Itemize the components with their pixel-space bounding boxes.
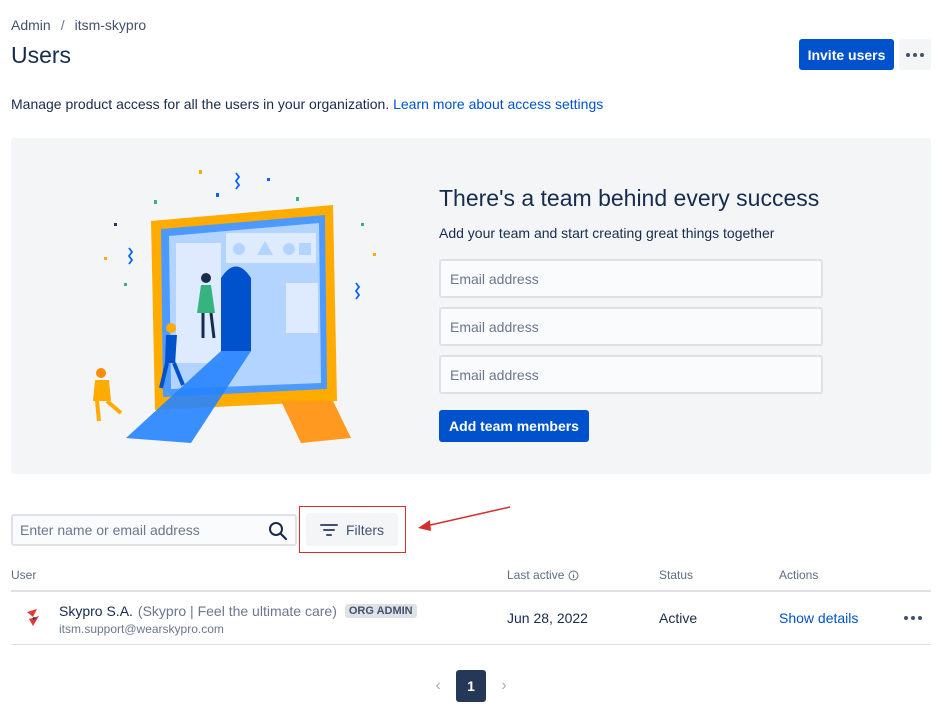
- more-actions-button[interactable]: [899, 39, 931, 70]
- user-email: itsm.support@wearskypro.com: [59, 622, 224, 636]
- column-header-status: Status: [659, 568, 693, 582]
- more-icon-dot: [913, 52, 917, 57]
- search-box: [11, 514, 297, 546]
- more-icon: [906, 52, 910, 57]
- more-icon-dot: [920, 52, 924, 57]
- page-description: Manage product access for all the users …: [11, 96, 603, 112]
- email-field-1[interactable]: [439, 259, 823, 298]
- show-details-link[interactable]: Show details: [779, 610, 858, 626]
- breadcrumb-site[interactable]: itsm-skypro: [75, 17, 147, 33]
- description-text: Manage product access for all the users …: [11, 96, 390, 112]
- chevron-right-icon[interactable]: ›: [496, 677, 512, 694]
- column-header-last-active: Last active: [507, 568, 579, 582]
- column-label: User: [11, 568, 37, 582]
- table-header-divider: [11, 590, 931, 592]
- more-icon-dot: [911, 616, 915, 620]
- invite-users-button[interactable]: Invite users: [799, 39, 894, 70]
- pagination: ‹ 1 ›: [430, 670, 512, 702]
- info-icon[interactable]: [568, 570, 579, 581]
- last-active-value: Jun 28, 2022: [507, 610, 588, 626]
- user-name: Skypro S.A.: [59, 603, 133, 619]
- email-field-2[interactable]: [439, 307, 823, 346]
- filter-icon: [319, 523, 338, 536]
- page-button-current[interactable]: 1: [456, 670, 486, 702]
- learn-more-link[interactable]: Learn more about access settings: [393, 96, 603, 112]
- breadcrumb-admin[interactable]: Admin: [11, 17, 51, 33]
- search-icon[interactable]: [268, 521, 288, 541]
- red-arrow-annotation: [418, 506, 511, 531]
- status-badge: ORG ADMIN: [344, 604, 417, 618]
- avatar: [27, 609, 39, 626]
- team-illustration: [93, 170, 376, 443]
- banner-subtitle: Add your team and start creating great t…: [439, 225, 775, 241]
- invite-banner: There's a team behind every success Add …: [11, 138, 931, 474]
- banner-title: There's a team behind every success: [439, 185, 820, 211]
- row-more-actions-button[interactable]: [904, 616, 922, 620]
- more-icon-dot: [918, 616, 922, 620]
- column-header-actions: Actions: [779, 568, 818, 582]
- column-header-user: User: [11, 568, 36, 582]
- chevron-left-icon[interactable]: ‹: [430, 677, 446, 694]
- column-label: Status: [659, 568, 694, 582]
- status-value: Active: [659, 610, 698, 626]
- filters-button[interactable]: Filters: [306, 513, 398, 546]
- user-nickname: (Skypro | Feel the ultimate care): [137, 603, 337, 619]
- table-row-divider: [11, 644, 931, 645]
- column-label: Actions: [779, 568, 819, 582]
- table-row-user: Skypro S.A. (Skypro | Feel the ultimate …: [59, 603, 417, 619]
- search-input[interactable]: [13, 516, 253, 544]
- filters-label: Filters: [345, 521, 385, 538]
- column-label: Last active: [507, 568, 565, 582]
- add-team-members-button[interactable]: Add team members: [439, 410, 589, 442]
- breadcrumb: Admin / itsm-skypro: [11, 17, 146, 33]
- email-field-3[interactable]: [439, 355, 823, 394]
- page-title: Users: [11, 42, 72, 68]
- more-icon: [904, 616, 908, 620]
- breadcrumb-separator: /: [60, 17, 65, 33]
